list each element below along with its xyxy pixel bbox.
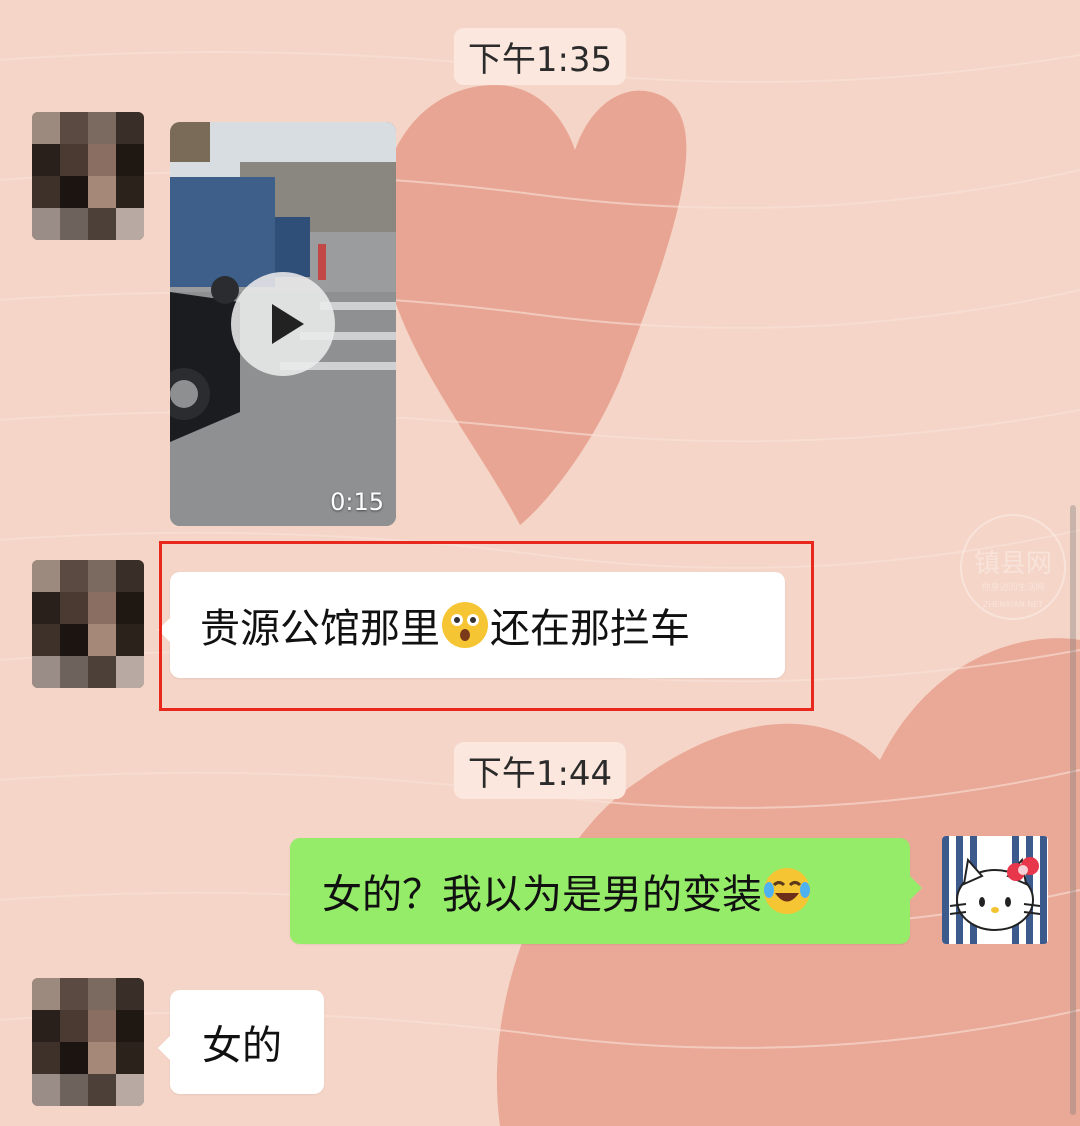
svg-text:你身边的生活网: 你身边的生活网 (981, 581, 1044, 593)
contact-avatar[interactable] (32, 560, 144, 688)
timestamp: 下午1:35 (453, 28, 627, 85)
pixelated-avatar-icon (32, 978, 144, 1106)
video-message[interactable]: 0:15 (170, 122, 396, 526)
timestamp: 下午1:44 (453, 742, 627, 799)
self-avatar[interactable] (942, 836, 1048, 944)
hello-kitty-avatar-icon (942, 836, 1048, 944)
svg-text:ZHENXIAN.NET: ZHENXIAN.NET (983, 600, 1043, 609)
message-bubble[interactable]: 女的？我以为是男的变装 (290, 838, 922, 944)
pixelated-avatar-icon (32, 560, 144, 688)
heart-shape (380, 85, 687, 525)
watermark-logo: 镇县网 你身边的生活网 ZHENXIAN.NET (958, 512, 1068, 622)
play-icon[interactable] (231, 272, 335, 376)
message-text: 女的 (202, 1023, 282, 1069)
contact-avatar[interactable] (32, 112, 144, 240)
highlight-box (159, 541, 814, 711)
message-bubble[interactable]: 女的 (158, 990, 324, 1094)
scrollbar[interactable] (1070, 505, 1076, 1115)
tears-of-joy-emoji-icon (764, 868, 810, 914)
message-text: 女的？我以为是男的变装 (322, 872, 762, 918)
contact-avatar[interactable] (32, 978, 144, 1106)
pixelated-avatar-icon (32, 112, 144, 240)
svg-text:镇县网: 镇县网 (974, 549, 1052, 579)
video-duration: 0:15 (330, 488, 384, 516)
